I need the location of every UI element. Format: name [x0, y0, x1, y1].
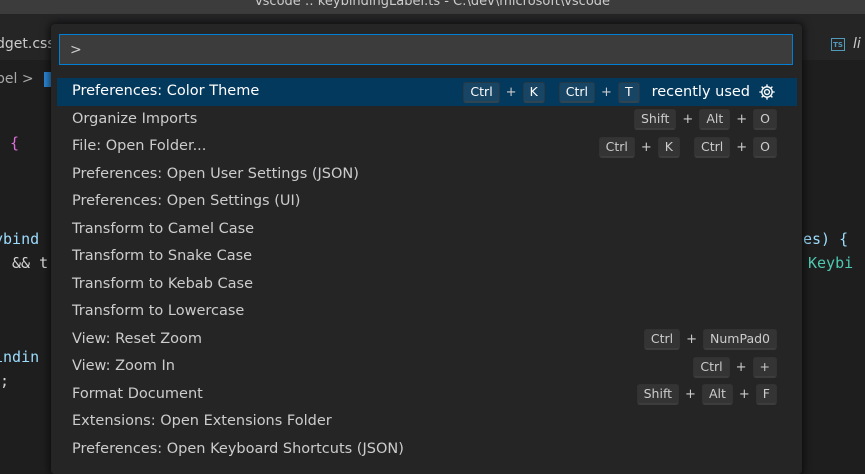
tab-preview-file[interactable]: li: [853, 36, 861, 52]
command-label: Preferences: Open Keyboard Shortcuts (JS…: [72, 440, 404, 457]
command-item[interactable]: Transform to Snake Case: [57, 243, 797, 271]
command-item[interactable]: Format Document Shift + Alt + F: [57, 381, 797, 409]
keybinding-chord: Ctrl + O: [694, 136, 777, 158]
keycap: Ctrl: [598, 136, 635, 158]
keycap: Ctrl: [558, 81, 596, 103]
keycap: O: [753, 136, 777, 158]
keycap: Alt: [699, 109, 731, 130]
keycap: O: [753, 109, 777, 130]
command-palette-input[interactable]: [59, 34, 793, 65]
keycap: T: [617, 81, 640, 103]
key-separator: +: [640, 139, 652, 155]
command-label: Preferences: Open User Settings (JSON): [72, 165, 359, 182]
command-label: Format Document: [72, 385, 203, 402]
command-item[interactable]: Preferences: Color Theme Ctrl + K Ctrl + Trece…: [57, 78, 797, 106]
command-label: Transform to Camel Case: [72, 220, 255, 237]
keycap: K: [657, 136, 680, 158]
code-line: && t: [12, 254, 49, 272]
command-label: File: Open Folder...: [72, 138, 207, 154]
keycap: +: [752, 356, 777, 378]
keycap: Alt: [701, 384, 733, 405]
key-separator: +: [686, 332, 698, 347]
command-label: Preferences: Open Settings (UI): [72, 193, 301, 209]
window-title: vscode :: keybindingLabel.ts - C:\dev\mi…: [254, 0, 611, 9]
code-line: ybind: [0, 230, 40, 248]
code-line: {: [10, 134, 20, 152]
command-label: Extensions: Open Extensions Folder: [72, 413, 332, 429]
code-line: ;: [0, 372, 10, 390]
command-item[interactable]: Preferences: Open Keyboard Shortcuts (JS…: [57, 436, 797, 464]
keycap: Ctrl: [463, 81, 500, 103]
keybinding: Ctrl + +: [693, 356, 777, 378]
keycap: K: [522, 81, 545, 103]
command-item[interactable]: Organize Imports Shift + Alt + O: [57, 106, 797, 134]
keybinding-chord: Shift + Alt + F: [636, 384, 777, 405]
keycap: Ctrl: [643, 329, 681, 350]
keybinding-chord: Ctrl + +: [693, 356, 777, 378]
key-separator: +: [505, 84, 517, 100]
key-separator: +: [735, 359, 747, 375]
code-line: Keybi: [808, 254, 854, 272]
keycap: NumPad0: [703, 329, 777, 350]
key-separator: +: [736, 139, 748, 155]
keybinding: Shift + Alt + O: [633, 109, 777, 131]
key-separator: +: [736, 112, 748, 127]
keybinding: Shift + Alt + F: [636, 384, 777, 406]
command-label: Preferences: Color Theme: [72, 83, 260, 99]
command-label: Transform to Kebab Case: [72, 275, 253, 292]
typescript-file-icon: TS: [831, 38, 845, 51]
key-separator: +: [685, 387, 696, 402]
breadcrumb-item[interactable]: bel >: [0, 71, 34, 87]
command-label: Organize Imports: [72, 110, 198, 127]
command-list: Preferences: Color Theme Ctrl + K Ctrl + Trece…: [57, 78, 797, 463]
keybinding-chord: Shift + Alt + O: [633, 109, 777, 130]
keybinding-chord: Ctrl + K: [463, 81, 545, 103]
keybinding: Ctrl + NumPad0: [643, 329, 777, 351]
keybinding: Ctrl + K Ctrl + Trecently used: [463, 81, 776, 103]
keycap: Ctrl: [693, 356, 730, 378]
command-label: Transform to Lowercase: [72, 303, 245, 319]
keycap: Ctrl: [694, 136, 731, 158]
gear-icon[interactable]: [758, 83, 776, 101]
command-item[interactable]: View: Reset Zoom Ctrl + NumPad0: [57, 326, 797, 354]
command-item[interactable]: Transform to Lowercase: [57, 298, 797, 326]
command-label: View: Zoom In: [72, 358, 175, 374]
keybinding-chord: Ctrl + NumPad0: [643, 329, 777, 350]
command-item[interactable]: Transform to Camel Case: [57, 216, 797, 244]
keybinding-chord: Ctrl + T: [558, 81, 640, 103]
command-label: Transform to Snake Case: [72, 248, 253, 264]
keycap: Shift: [636, 384, 680, 405]
command-palette: Preferences: Color ThemeCtrl+KCtrl+Trece…: [51, 24, 802, 474]
key-separator: +: [601, 84, 612, 100]
command-item[interactable]: Transform to Kebab Case: [57, 271, 797, 299]
command-item[interactable]: Extensions: Open Extensions Folder: [57, 408, 797, 436]
keycap: Shift: [633, 109, 677, 130]
code-line: indin: [0, 348, 40, 366]
tab-widget-css[interactable]: dget.css: [0, 36, 55, 52]
command-item[interactable]: Preferences: Open User Settings (JSON): [57, 161, 797, 189]
keycap: F: [755, 384, 777, 405]
command-label: View: Reset Zoom: [72, 330, 203, 347]
keybinding-chord: Ctrl + K: [598, 136, 680, 158]
command-item[interactable]: Preferences: Open Settings (UI): [57, 188, 797, 216]
command-item[interactable]: File: Open Folder... Ctrl + K Ctrl + O: [57, 133, 797, 161]
key-separator: +: [738, 387, 750, 402]
title-bar: vscode :: keybindingLabel.ts - C:\dev\mi…: [0, 0, 865, 14]
keybinding: Ctrl + K Ctrl + O: [598, 136, 777, 158]
command-description: recently used: [651, 84, 750, 100]
code-line: es) {: [803, 230, 849, 248]
key-separator: +: [682, 112, 694, 127]
command-item[interactable]: View: Zoom In Ctrl + +: [57, 353, 797, 381]
